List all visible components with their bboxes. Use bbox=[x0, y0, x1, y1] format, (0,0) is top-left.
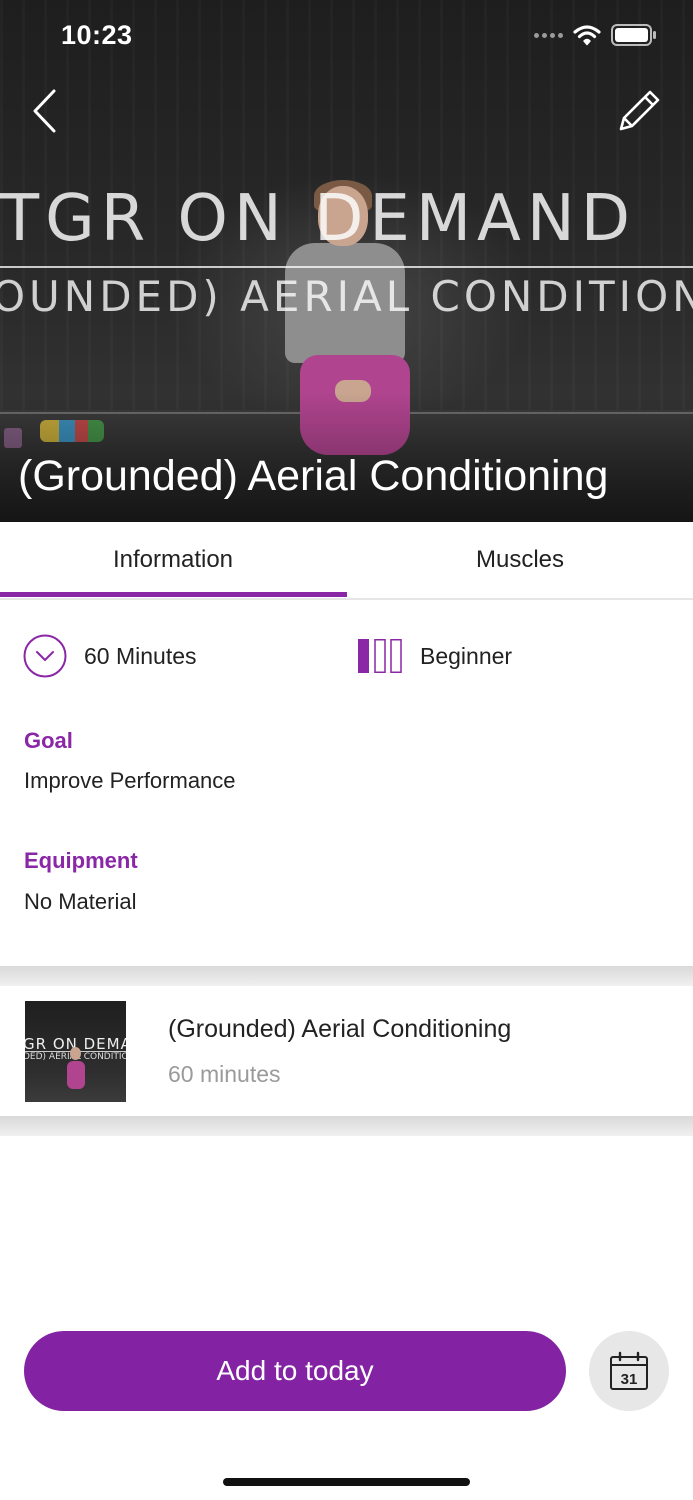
chevron-circle-icon bbox=[23, 634, 67, 678]
battery-icon bbox=[611, 24, 656, 46]
back-button[interactable] bbox=[28, 88, 68, 134]
level-stat: Beginner bbox=[357, 634, 512, 678]
home-indicator[interactable] bbox=[223, 1478, 470, 1486]
session-duration: 60 minutes bbox=[168, 1061, 281, 1087]
add-to-today-button[interactable]: Add to today bbox=[24, 1331, 566, 1411]
thumb-figure-body bbox=[67, 1061, 85, 1089]
signal-icon bbox=[534, 32, 563, 38]
session-thumbnail: GR ON DEMAN DED) AERIAL CONDITIO bbox=[25, 1001, 126, 1102]
goal-label: Goal bbox=[24, 728, 73, 753]
hero-video[interactable]: TGR ON DEMAND OUNDED) AERIAL CONDITIONI bbox=[0, 0, 693, 522]
equipment-value: No Material bbox=[24, 889, 137, 914]
schedule-button[interactable]: 31 bbox=[589, 1331, 669, 1411]
status-time: 10:23 bbox=[61, 20, 133, 50]
calendar-icon: 31 bbox=[610, 1351, 648, 1390]
duration-stat: 60 Minutes bbox=[23, 634, 197, 678]
calendar-day: 31 bbox=[621, 1371, 638, 1388]
level-text: Beginner bbox=[420, 642, 513, 669]
duration-text: 60 Minutes bbox=[84, 642, 197, 669]
back-icon bbox=[33, 89, 56, 133]
goal-value: Improve Performance bbox=[24, 768, 236, 793]
video-banner-rule bbox=[0, 266, 693, 268]
section-divider bbox=[0, 1116, 693, 1136]
equipment-label: Equipment bbox=[24, 848, 138, 873]
section-divider bbox=[0, 966, 693, 986]
tab-muscles[interactable]: Muscles bbox=[347, 522, 693, 598]
pencil-icon bbox=[619, 90, 660, 131]
wifi-icon bbox=[573, 25, 601, 46]
video-banner-title: TGR ON DEMAND bbox=[0, 182, 636, 256]
status-icons bbox=[534, 24, 657, 46]
active-tab-indicator bbox=[0, 592, 347, 597]
workout-title: (Grounded) Aerial Conditioning bbox=[18, 452, 609, 500]
tab-bar: Information Muscles bbox=[0, 522, 693, 600]
tab-information[interactable]: Information bbox=[0, 522, 346, 598]
session-title: (Grounded) Aerial Conditioning bbox=[168, 1015, 512, 1043]
thumb-figure-head bbox=[70, 1047, 81, 1060]
edit-button[interactable] bbox=[612, 86, 664, 138]
level-bars-icon bbox=[358, 639, 402, 673]
video-banner-subtitle: OUNDED) AERIAL CONDITIONI bbox=[0, 272, 693, 321]
